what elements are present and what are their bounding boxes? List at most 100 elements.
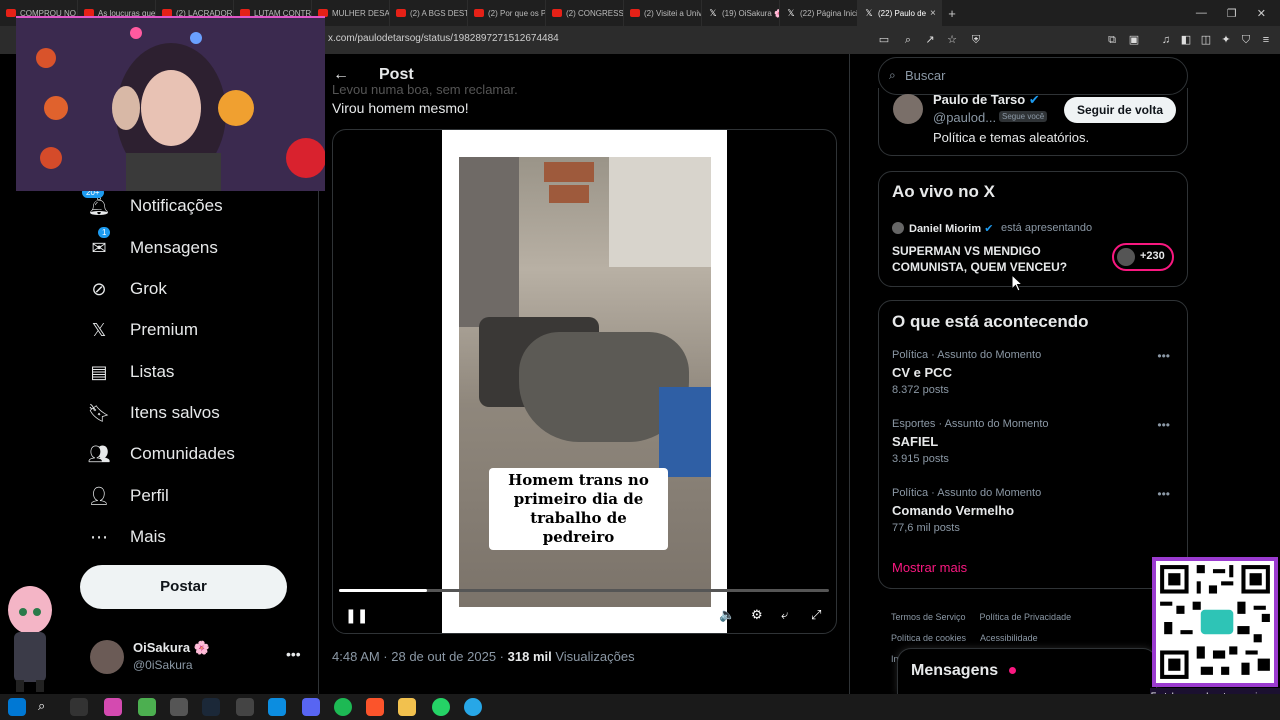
copilot-icon[interactable] bbox=[104, 698, 122, 716]
sidebar-icon[interactable]: ◧ bbox=[1178, 32, 1194, 48]
video-progress-bar[interactable] bbox=[339, 589, 829, 592]
browser-tab[interactable]: (2) Visitei a Unive bbox=[624, 0, 702, 26]
view-label: Visualizações bbox=[555, 649, 635, 664]
cast-icon[interactable]: ▭ bbox=[876, 32, 892, 48]
browser-tab[interactable]: 𝕏 (22) Paulo de × bbox=[858, 0, 942, 26]
discord-icon[interactable] bbox=[302, 698, 320, 716]
video-player[interactable]: Homem trans no primeiro dia de trabalho … bbox=[332, 129, 837, 634]
nav-item-listas[interactable]: ▤ Listas bbox=[88, 357, 174, 387]
show-more-link[interactable]: Mostrar mais bbox=[892, 560, 967, 575]
windows-start-icon[interactable] bbox=[8, 698, 26, 716]
vpn-icon[interactable]: ⛉ bbox=[1238, 32, 1254, 48]
spotify-icon[interactable] bbox=[334, 698, 352, 716]
nav-item-mensagens[interactable]: ✉ Mensagens 1 bbox=[88, 227, 218, 263]
nav-item-comunidades[interactable]: 👥︎ Comunidades bbox=[88, 439, 235, 469]
live-card[interactable]: Ao vivo no X Daniel Miorim ✔ está aprese… bbox=[878, 171, 1188, 287]
url-field[interactable]: x.com/paulodetarsog/status/1982897271512… bbox=[328, 33, 559, 44]
list-icon: ▤ bbox=[90, 361, 108, 382]
tab-label: (2) A BGS DESTR bbox=[410, 8, 467, 18]
nav-item-perfil[interactable]: 👤︎ Perfil bbox=[88, 481, 169, 511]
brave-shield-icon[interactable]: ⛨ bbox=[968, 32, 984, 48]
music-icon[interactable]: ♫ bbox=[1158, 32, 1174, 48]
previous-text: Levou numa boa, sem reclamar. bbox=[332, 82, 518, 97]
follows-you-badge: Segue você bbox=[999, 111, 1048, 122]
browser-tab[interactable]: (2) A BGS DESTR bbox=[390, 0, 468, 26]
who-name[interactable]: Paulo de Tarso ✔ bbox=[933, 92, 1040, 108]
tab-label: (2) CONGRESSO bbox=[566, 8, 624, 18]
youtube-icon bbox=[6, 9, 16, 17]
menu-icon[interactable]: ≡ bbox=[1258, 32, 1274, 48]
trend-item[interactable]: Política · Assunto do Momento CV e PCC 8.3… bbox=[892, 349, 1176, 409]
zoom-icon[interactable]: ⌕ bbox=[900, 32, 916, 48]
obs-icon[interactable] bbox=[236, 698, 254, 716]
post-button[interactable]: Postar bbox=[80, 565, 287, 609]
browser-tab[interactable]: 𝕏 (19) OiSakura 🌸 bbox=[702, 0, 780, 26]
nav-item-premium[interactable]: 𝕏 Premium bbox=[88, 315, 198, 345]
nav-item-mais[interactable]: ⋯ Mais bbox=[88, 522, 166, 552]
tab-icon[interactable]: ◫ bbox=[1198, 32, 1214, 48]
verified-icon: ✔ bbox=[984, 223, 994, 235]
browser-tab[interactable]: (2) CONGRESSO bbox=[546, 0, 624, 26]
folder-icon[interactable] bbox=[398, 698, 416, 716]
messages-dock[interactable]: Mensagens bbox=[897, 648, 1157, 694]
trend-count: 3.915 posts bbox=[892, 453, 949, 465]
footer-link[interactable]: Política de Privacidade bbox=[980, 612, 1072, 622]
search-icon[interactable]: ⌕ bbox=[38, 698, 56, 716]
tab-label: (22) Página Inicial bbox=[800, 8, 858, 18]
edge-icon[interactable] bbox=[268, 698, 286, 716]
live-listeners[interactable]: +230 bbox=[1112, 243, 1174, 271]
more-icon[interactable]: ••• bbox=[286, 646, 301, 662]
avatar[interactable] bbox=[893, 94, 923, 124]
store-icon[interactable] bbox=[138, 698, 156, 716]
x-icon: 𝕏 bbox=[709, 8, 717, 18]
nav-label: Perfil bbox=[130, 486, 169, 505]
leo-icon[interactable]: ✦ bbox=[1218, 32, 1234, 48]
bookmark-star-icon[interactable]: ☆ bbox=[944, 32, 960, 48]
browser-tab[interactable]: (2) Por que os PR bbox=[468, 0, 546, 26]
search-input[interactable] bbox=[905, 68, 1175, 83]
more-icon[interactable]: ••• bbox=[1157, 487, 1170, 501]
follow-back-button[interactable]: Seguir de volta bbox=[1064, 97, 1176, 123]
nav-item-grok[interactable]: ⊘ Grok bbox=[88, 274, 166, 304]
new-tab-button[interactable]: + bbox=[942, 6, 962, 21]
post-column: ← Post Levou numa boa, sem reclamar. Vir… bbox=[318, 54, 850, 694]
volume-icon[interactable]: 🔈 bbox=[719, 607, 735, 623]
account-switcher[interactable]: OiSakura 🌸 @0iSakura ••• bbox=[90, 640, 310, 680]
brave-icon[interactable] bbox=[366, 698, 384, 716]
more-icon[interactable]: ••• bbox=[1157, 349, 1170, 363]
share-icon[interactable]: ↗ bbox=[922, 32, 938, 48]
telegram-icon[interactable] bbox=[464, 698, 482, 716]
browser-tab[interactable]: 𝕏 (22) Página Inicial bbox=[780, 0, 858, 26]
trend-item[interactable]: Política · Assunto do Momento Comando Ver… bbox=[892, 487, 1176, 547]
nav-item-notificações[interactable]: 🔔︎ Notificações 20+ bbox=[82, 187, 223, 221]
nav-item-itens-salvos[interactable]: 🔖︎ Itens salvos bbox=[88, 398, 220, 428]
close-window-icon[interactable]: ✕ bbox=[1257, 7, 1266, 20]
more-icon[interactable]: ••• bbox=[1157, 418, 1170, 432]
steam-icon[interactable] bbox=[202, 698, 220, 716]
nav-label: Itens salvos bbox=[130, 403, 220, 422]
extensions-icon[interactable]: ⧉ bbox=[1104, 32, 1120, 48]
live-presenting: está apresentando bbox=[1001, 222, 1093, 234]
pause-icon[interactable]: ❚❚ bbox=[345, 607, 368, 624]
bookmark-icon: 🔖︎ bbox=[87, 402, 111, 423]
footer-link[interactable]: Acessibilidade bbox=[980, 633, 1038, 643]
x-icon: 𝕏 bbox=[787, 8, 795, 18]
footer-link[interactable]: Política de cookies bbox=[891, 633, 966, 643]
trend-count: 8.372 posts bbox=[892, 384, 949, 396]
task-view-icon[interactable] bbox=[70, 698, 88, 716]
fullscreen-icon[interactable]: ⤢ bbox=[811, 607, 821, 623]
chrome-icon[interactable] bbox=[170, 698, 188, 716]
whatsapp-icon[interactable] bbox=[432, 698, 450, 716]
nav-label: Mensagens bbox=[130, 238, 218, 257]
video-progress-fill bbox=[339, 589, 428, 592]
wallet-icon[interactable]: ▣ bbox=[1126, 32, 1142, 48]
restore-icon[interactable]: ❐ bbox=[1227, 7, 1237, 20]
mascot-sticker bbox=[0, 580, 70, 694]
settings-gear-icon[interactable]: ⚙ bbox=[751, 607, 763, 623]
minimize-icon[interactable]: — bbox=[1196, 7, 1207, 20]
trend-context: Política · Assunto do Momento bbox=[892, 349, 1042, 361]
footer-link[interactable]: Termos de Serviço bbox=[891, 612, 966, 622]
pip-icon[interactable]: ⤶ bbox=[781, 607, 788, 623]
close-tab-icon[interactable]: × bbox=[930, 8, 936, 19]
trend-item[interactable]: Esportes · Assunto do Momento SAFIEL 3.915… bbox=[892, 418, 1176, 478]
